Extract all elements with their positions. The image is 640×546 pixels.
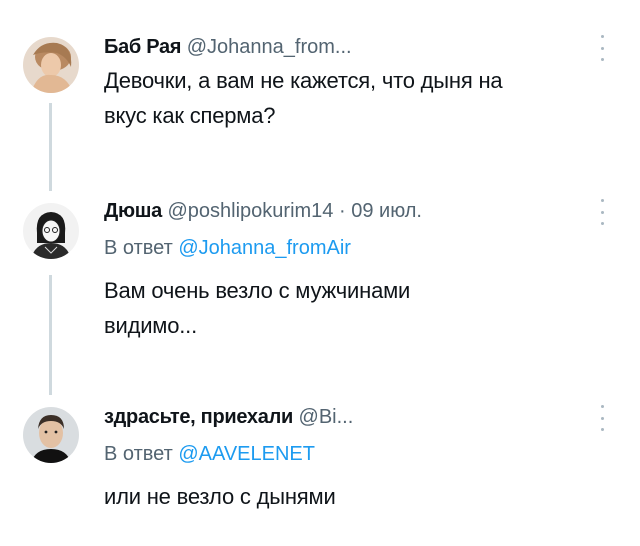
more-options-icon[interactable] xyxy=(596,405,608,431)
reply-mention-link[interactable]: @Johanna_fromAir xyxy=(178,237,351,259)
avatar-photo-icon xyxy=(23,37,79,93)
thread-line xyxy=(49,103,52,191)
author-handle[interactable]: @Bi... xyxy=(299,406,354,428)
separator: · xyxy=(338,200,346,222)
tweet-text-line: вкус как сперма? xyxy=(104,103,276,128)
author-name[interactable]: Дюша xyxy=(104,200,162,222)
tweet-text-line: Девочки, а вам не кажется, что дыня на xyxy=(104,68,503,93)
tweet-text-line: или не везло с дынями xyxy=(104,484,336,509)
avatar[interactable] xyxy=(23,203,79,259)
thread-line xyxy=(49,275,52,395)
author-handle[interactable]: @Johanna_from... xyxy=(187,36,352,58)
tweet-text: Девочки, а вам не кажется, что дыня на в… xyxy=(104,63,604,133)
avatar[interactable] xyxy=(23,407,79,463)
tweet-date[interactable]: 09 июл. xyxy=(351,200,422,222)
author-handle[interactable]: @poshlipokurim14 xyxy=(167,200,333,222)
tweet-text: Вам очень везло с мужчинами видимо... xyxy=(104,273,604,343)
more-options-icon[interactable] xyxy=(596,35,608,61)
reply-label: В ответ xyxy=(104,443,173,465)
tweet-text-line: Вам очень везло с мужчинами xyxy=(104,278,411,303)
author-name[interactable]: Баб Рая xyxy=(104,36,181,58)
tweet-text: или не везло с дынями xyxy=(104,479,604,514)
reply-to: В ответ @AAVELENET xyxy=(104,442,315,466)
tweet-header: здрасьте, приехали @Bi... xyxy=(104,405,353,429)
avatar[interactable] xyxy=(23,37,79,93)
reply-label: В ответ xyxy=(104,237,173,259)
tweet-text-line: видимо... xyxy=(104,313,197,338)
reply-to: В ответ @Johanna_fromAir xyxy=(104,236,351,260)
reply-mention-link[interactable]: @AAVELENET xyxy=(178,443,315,465)
author-name[interactable]: здрасьте, приехали xyxy=(104,406,293,428)
avatar-illustration-icon xyxy=(23,203,79,259)
tweet-header: Баб Рая @Johanna_from... xyxy=(104,35,352,59)
tweet-thread: Баб Рая @Johanna_from... Девочки, а вам … xyxy=(0,0,640,546)
more-options-icon[interactable] xyxy=(596,199,608,225)
avatar-photo-icon xyxy=(23,407,79,463)
tweet-header: Дюша @poshlipokurim14 · 09 июл. xyxy=(104,199,422,223)
